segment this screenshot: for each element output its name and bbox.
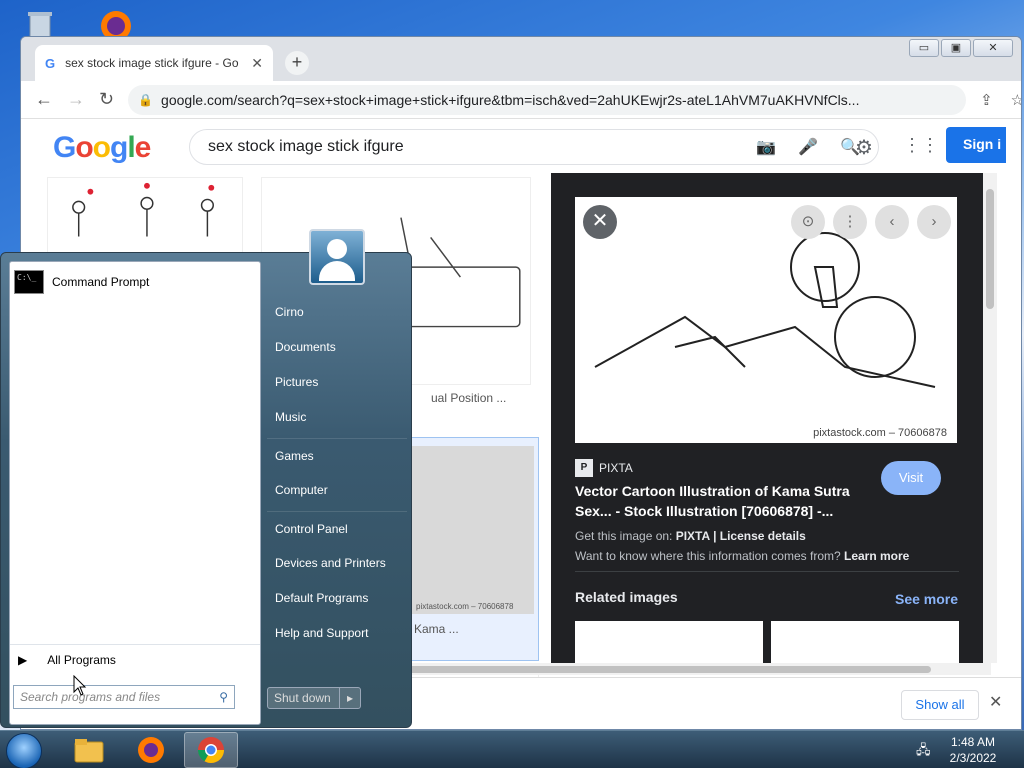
result-caption[interactable]: ual Position ...: [431, 391, 506, 405]
system-clock[interactable]: 1:48 AM 2/3/2022: [946, 734, 1000, 766]
browser-toolbar: ← → ↻ 🔒 google.com/search?q=sex+stock+im…: [21, 81, 1021, 119]
tab-title: sex stock image stick ifgure - Go: [65, 56, 239, 70]
preview-image[interactable]: ✕ ⊙ ⋮ ‹ › pixtastock.com – 70606878: [575, 197, 957, 443]
related-image-thumbnail[interactable]: [575, 621, 763, 663]
start-item-games[interactable]: Games: [267, 438, 407, 473]
related-image-thumbnail[interactable]: [771, 621, 959, 663]
start-item-pictures[interactable]: Pictures: [267, 365, 407, 400]
start-menu: C:\_ Command Prompt ▶ All Programs Searc…: [0, 229, 412, 728]
magnifier-icon: ⚲: [219, 690, 228, 704]
clock-time: 1:48 AM: [950, 735, 996, 749]
back-icon[interactable]: ←: [35, 89, 53, 110]
source-label[interactable]: P PIXTA: [575, 459, 633, 477]
related-images-heading: Related images: [575, 589, 678, 605]
learn-more-link[interactable]: Learn more: [844, 549, 909, 563]
start-item-music[interactable]: Music: [267, 400, 407, 435]
start-item-documents[interactable]: Documents: [267, 330, 407, 365]
start-search-input[interactable]: Search programs and files ⚲: [13, 685, 235, 709]
maximize-button[interactable]: ▣: [941, 39, 971, 57]
source-name: PIXTA: [599, 461, 633, 475]
window-controls: ▭ ▣ ✕: [909, 39, 1013, 57]
all-programs-label: All Programs: [47, 653, 116, 667]
start-item-help-support[interactable]: Help and Support: [267, 616, 407, 651]
search-query[interactable]: sex stock image stick ifgure: [208, 138, 734, 156]
settings-gear-icon[interactable]: ⚙: [855, 135, 873, 160]
sign-in-button[interactable]: Sign i: [946, 127, 1006, 163]
tab-strip: G sex stock image stick ifgure - Go ✕ + …: [21, 37, 1021, 81]
microphone-icon[interactable]: 🎤: [798, 137, 818, 157]
close-preview-button[interactable]: ✕: [583, 205, 617, 239]
more-options-icon[interactable]: ⋮: [833, 205, 867, 239]
see-more-link[interactable]: See more: [895, 591, 958, 607]
forward-icon[interactable]: →: [67, 89, 85, 110]
google-favicon-icon: G: [45, 55, 56, 71]
shutdown-button[interactable]: Shut down ▸: [267, 687, 361, 709]
share-icon[interactable]: ⇪: [980, 91, 993, 109]
explorer-taskbar-icon[interactable]: [62, 732, 116, 768]
pixta-link[interactable]: PIXTA: [676, 529, 710, 543]
result-caption: Kama ...: [414, 622, 459, 636]
visit-button[interactable]: Visit: [881, 461, 941, 495]
start-search-placeholder: Search programs and files: [20, 690, 161, 704]
chrome-taskbar-icon[interactable]: [184, 732, 238, 768]
arrow-right-icon: ▶: [18, 653, 28, 667]
preview-title-link[interactable]: Vector Cartoon Illustration of Kama Sutr…: [575, 481, 865, 521]
close-download-bar-icon[interactable]: ✕: [989, 692, 1002, 712]
firefox-taskbar-icon[interactable]: [124, 732, 178, 768]
mouse-cursor-icon: [73, 675, 87, 696]
network-icon[interactable]: 🖧: [916, 741, 931, 763]
command-prompt-item[interactable]: C:\_ Command Prompt: [14, 270, 149, 294]
get-image-info: Get this image on: PIXTA | License detai…: [575, 529, 806, 543]
reload-icon[interactable]: ↻: [99, 89, 114, 110]
start-item-user[interactable]: Cirno: [267, 295, 407, 330]
start-menu-programs: C:\_ Command Prompt ▶ All Programs: [9, 261, 261, 725]
command-prompt-icon: C:\_: [14, 270, 44, 294]
start-menu-places: Cirno Documents Pictures Music Games Com…: [267, 295, 407, 651]
bookmark-star-icon[interactable]: ☆: [1011, 91, 1021, 109]
license-details-link[interactable]: License details: [720, 529, 806, 543]
tab-close-icon[interactable]: ✕: [251, 55, 263, 72]
thumbnail-watermark: pixtastock.com – 70606878: [416, 602, 514, 611]
shutdown-options-icon[interactable]: ▸: [340, 688, 360, 708]
horizontal-scrollbar[interactable]: [371, 663, 991, 675]
image-preview-panel: ✕ ⊙ ⋮ ‹ › pixtastock.com – 70606878 P PI…: [551, 173, 983, 663]
start-item-computer[interactable]: Computer: [267, 473, 407, 508]
pixta-logo-icon: P: [575, 459, 593, 477]
show-all-button[interactable]: Show all: [901, 690, 979, 720]
search-box[interactable]: sex stock image stick ifgure 📷 🎤 🔍: [189, 129, 879, 165]
preview-watermark: pixtastock.com – 70606878: [813, 427, 947, 439]
all-programs-item[interactable]: ▶ All Programs: [10, 644, 260, 667]
address-bar[interactable]: 🔒 google.com/search?q=sex+stock+image+st…: [128, 84, 967, 115]
result-thumbnail[interactable]: [47, 177, 243, 257]
start-item-default-programs[interactable]: Default Programs: [267, 581, 407, 616]
google-logo[interactable]: Google: [53, 131, 151, 165]
clock-date: 2/3/2022: [949, 751, 997, 765]
start-button[interactable]: [6, 733, 42, 768]
lock-icon[interactable]: 🔒: [138, 93, 153, 107]
vertical-scrollbar[interactable]: [983, 173, 997, 663]
start-item-devices-printers[interactable]: Devices and Printers: [267, 546, 407, 581]
camera-icon[interactable]: 📷: [756, 137, 776, 157]
shutdown-label: Shut down: [268, 688, 340, 708]
result-thumbnail-selected[interactable]: pixtastock.com – 70606878 Kama ...: [407, 437, 539, 661]
minimize-button[interactable]: ▭: [909, 39, 939, 57]
url-text: google.com/search?q=sex+stock+image+stic…: [161, 91, 860, 108]
toolbar-actions: ⇪ ☆ ● ⋮: [980, 91, 1021, 109]
user-avatar[interactable]: [309, 229, 365, 285]
start-item-control-panel[interactable]: Control Panel: [267, 511, 407, 546]
command-prompt-label: Command Prompt: [52, 275, 150, 289]
tab-google-search[interactable]: G sex stock image stick ifgure - Go ✕: [35, 45, 273, 81]
lens-icon[interactable]: ⊙: [791, 205, 825, 239]
new-tab-button[interactable]: +: [285, 51, 309, 75]
next-image-button[interactable]: ›: [917, 205, 951, 239]
divider: [575, 571, 959, 572]
taskbar: 🖧 1:48 AM 2/3/2022: [0, 730, 1024, 768]
info-source-text: Want to know where this information come…: [575, 549, 910, 563]
close-window-button[interactable]: ✕: [973, 39, 1013, 57]
previous-image-button[interactable]: ‹: [875, 205, 909, 239]
